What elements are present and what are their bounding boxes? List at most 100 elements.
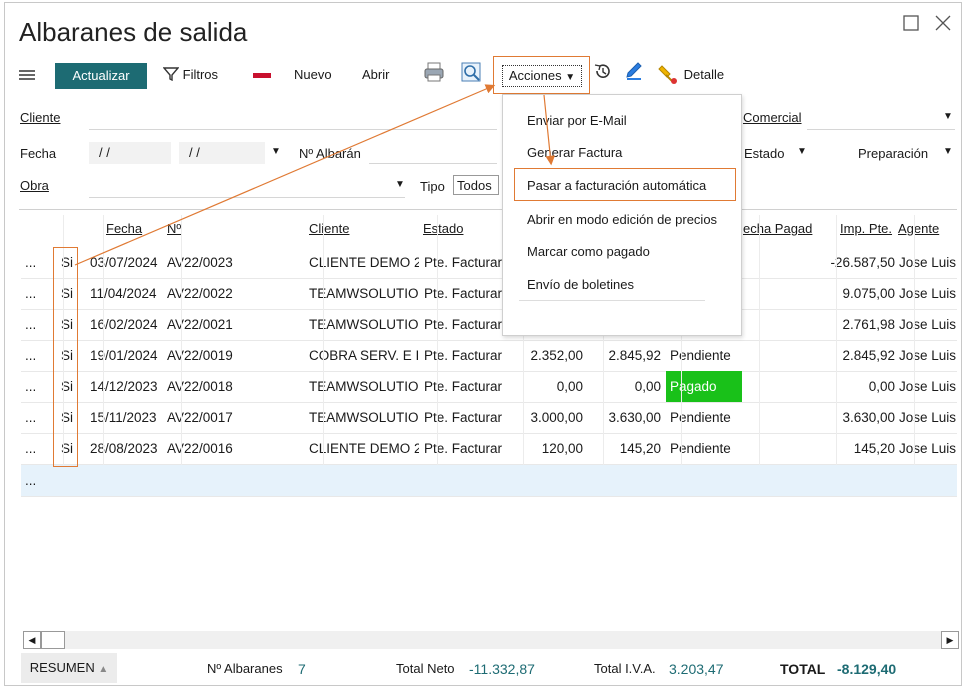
cell-pago: Pendiente	[670, 348, 731, 363]
total-neto-value: -11.332,87	[469, 661, 535, 677]
fecha-to-field[interactable]: / /	[179, 142, 265, 164]
fecha-label: Fecha	[20, 146, 57, 161]
window: Albaranes de salida Actualizar Filtros N…	[4, 2, 962, 686]
scroll-left-icon[interactable]: ◀	[23, 631, 41, 649]
si-column-highlight	[53, 247, 78, 467]
toolbar: Actualizar Filtros Nuevo Abrir Detalle	[5, 59, 961, 95]
row-menu[interactable]: ...	[25, 465, 36, 496]
cell-no: AV22/0018	[167, 379, 233, 394]
header-estado[interactable]: Estado	[423, 221, 463, 236]
cliente-field[interactable]	[89, 129, 497, 130]
cell-dots[interactable]: ...	[25, 247, 49, 278]
cell-dots[interactable]: ...	[25, 433, 49, 464]
cell-dots[interactable]: ...	[25, 402, 49, 433]
edit-icon[interactable]	[624, 61, 644, 93]
menu-divider	[519, 300, 705, 301]
obra-dropdown-icon[interactable]: ▼	[395, 179, 405, 190]
chevron-up-icon: ▲	[98, 664, 109, 675]
cell-no: AV22/0022	[167, 286, 233, 301]
detail-button[interactable]: Detalle	[656, 59, 724, 91]
new-icon[interactable]	[253, 73, 271, 78]
table-row[interactable]: ...Si15/11/2023AV22/0017TEAMWSOLUTIONSPt…	[21, 402, 957, 434]
open-button[interactable]: Abrir	[362, 59, 389, 91]
grid-column-divider	[914, 215, 915, 497]
cell-total: 3.630,00	[608, 410, 661, 425]
filters-button[interactable]: Filtros	[162, 59, 218, 91]
header-imp-pte[interactable]: Imp. Pte.	[840, 221, 892, 236]
table-row[interactable]: ...Si16/02/2024AV22/0021TEAMWSOLUTIONSPt…	[21, 309, 957, 341]
cell-no: AV22/0019	[167, 348, 233, 363]
comercial-field[interactable]	[807, 129, 955, 130]
cell-dots[interactable]: ...	[25, 278, 49, 309]
cell-estado: Pte. Facturar	[424, 255, 503, 270]
new-button[interactable]: Nuevo	[294, 59, 332, 91]
grid-column-divider	[759, 215, 760, 497]
total-iva-label: Total I.V.A.	[594, 661, 656, 676]
albaran-field[interactable]	[369, 163, 497, 164]
cell-dots[interactable]: ...	[25, 340, 49, 371]
total-label: TOTAL	[780, 661, 826, 677]
grid-column-divider	[181, 215, 182, 497]
cliente-label[interactable]: Cliente	[20, 110, 60, 125]
preview-icon[interactable]	[460, 61, 482, 93]
header-cliente[interactable]: Cliente	[309, 221, 349, 236]
header-no[interactable]: Nº	[167, 221, 181, 236]
restore-icon[interactable]	[903, 15, 919, 36]
menu-item-boletines[interactable]: Envío de boletines	[527, 277, 634, 292]
cell-agente: Jose Luis	[899, 348, 957, 363]
num-albaranes-value: 7	[298, 661, 306, 677]
obra-label[interactable]: Obra	[20, 178, 49, 193]
tipo-select[interactable]: Todos	[453, 175, 499, 195]
print-icon[interactable]	[423, 61, 445, 93]
cell-estado: Pte. Facturar	[424, 286, 503, 301]
cell-pago: Pendiente	[670, 410, 731, 425]
table-row[interactable]: ... Si 03/07/2024 AV22/0023 CLIENTE DEMO 2 Pt…	[21, 247, 957, 279]
cell-agente: Jose Luis	[899, 286, 957, 301]
menu-item-edicion-precios[interactable]: Abrir en modo edición de precios	[527, 212, 717, 227]
comercial-label[interactable]: Comercial	[743, 110, 802, 125]
total-neto-label: Total Neto	[396, 661, 455, 676]
table-row[interactable]: ... Si 28/08/2023 AV22/0016 CLIENTE DEMO 2 Pt…	[21, 433, 957, 465]
preparacion-dropdown-icon[interactable]: ▼	[943, 146, 953, 157]
cell-dots[interactable]: ...	[25, 309, 49, 340]
fecha-dropdown-icon[interactable]: ▼	[271, 146, 281, 157]
table-row[interactable]: ...Si19/01/2024AV22/0019COBRA SERV. E IN…	[21, 340, 957, 372]
menu-item-generar-factura[interactable]: Generar Factura	[527, 145, 622, 160]
cell-cliente: CLIENTE DEMO 2	[309, 441, 419, 456]
cell-estado: Pte. Facturar	[424, 348, 503, 363]
comercial-dropdown-icon[interactable]: ▼	[943, 111, 953, 122]
cell-fecha: 11/04/2024	[90, 286, 157, 301]
grid-column-divider	[836, 215, 837, 497]
tipo-label: Tipo	[420, 179, 445, 194]
fecha-from-field[interactable]: / /	[89, 142, 171, 164]
header-agente[interactable]: Agente	[898, 221, 939, 236]
cell-imp: 2.845,92	[842, 348, 895, 363]
cell-pago: Pagado	[666, 371, 742, 402]
obra-field[interactable]	[89, 197, 405, 198]
scroll-right-icon[interactable]: ▶	[941, 631, 959, 649]
total-iva-value: 3.203,47	[669, 661, 724, 677]
scroll-thumb[interactable]	[41, 631, 65, 649]
cell-total: 145,20	[619, 441, 661, 456]
table-row[interactable]: ...Si11/04/2024AV22/0022TEAMWSOLUTIONSPt…	[21, 278, 957, 310]
header-fecha[interactable]: Fecha	[106, 221, 142, 236]
cell-fecha: 16/02/2024	[90, 317, 158, 332]
history-icon[interactable]	[593, 61, 613, 93]
menu-icon[interactable]	[19, 70, 35, 80]
table-row[interactable]: ...Si14/12/2023AV22/0018TEAMWSOLUTIONSPt…	[21, 371, 957, 403]
update-button[interactable]: Actualizar	[55, 63, 147, 89]
table-row-empty[interactable]: ...	[21, 465, 957, 497]
menu-item-email[interactable]: Enviar por E-Mail	[527, 113, 627, 128]
resumen-button[interactable]: RESUMEN ▲	[21, 653, 117, 683]
cell-cliente: TEAMWSOLUTIONS	[309, 410, 419, 425]
close-icon[interactable]	[935, 15, 951, 36]
header-fecha-pagado[interactable]: echa Pagad	[743, 221, 812, 236]
horizontal-scrollbar[interactable]: ◀ ▶	[23, 631, 959, 649]
menu-item-marcar-pagado[interactable]: Marcar como pagado	[527, 244, 650, 259]
grid-column-divider	[437, 215, 438, 497]
grid-column-divider	[103, 215, 104, 497]
grid-top-border	[19, 209, 957, 210]
page-title: Albaranes de salida	[19, 17, 248, 47]
estado-dropdown-icon[interactable]: ▼	[797, 146, 807, 157]
cell-dots[interactable]: ...	[25, 371, 49, 402]
